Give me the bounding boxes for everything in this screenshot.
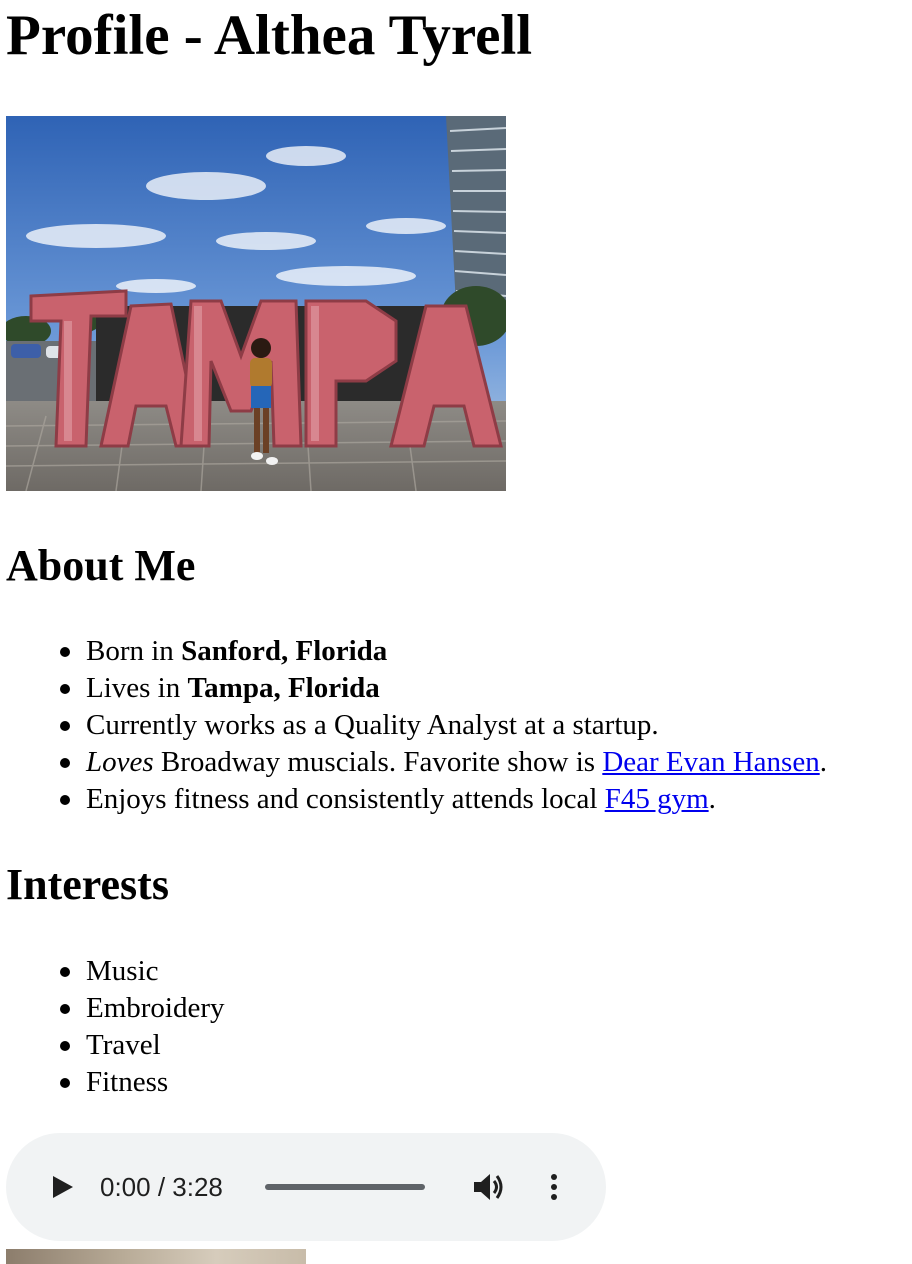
audio-progress-slider[interactable] [265,1184,425,1190]
interests-heading: Interests [6,860,169,909]
broadway-text: Broadway muscials. Favorite show is [153,746,603,778]
loves-italic: Loves [86,746,154,778]
about-list: Born in Sanford, Florida Lives in Tampa,… [60,633,827,818]
residence: Tampa, Florida [187,672,380,704]
list-item: Fitness [60,1064,225,1101]
lives-prefix: Lives in [86,672,188,704]
next-image-partial [6,1249,306,1264]
list-item: Born in Sanford, Florida [60,633,827,670]
list-item: Lives in Tampa, Florida [60,670,827,707]
audio-player: 0:00 / 3:28 [6,1133,606,1241]
job-text: Currently works as a Quality Analyst at … [86,709,659,741]
more-options-icon[interactable] [544,1171,564,1203]
interests-list: Music Embroidery Travel Fitness [60,953,225,1101]
volume-icon[interactable] [472,1171,506,1203]
list-item: Loves Broadway muscials. Favorite show i… [60,744,827,781]
born-prefix: Born in [86,635,182,667]
list-item: Travel [60,1027,225,1064]
fitness-text: Enjoys fitness and consistently attends … [86,783,605,815]
audio-time: 0:00 / 3:28 [100,1172,223,1202]
fitness-suffix: . [708,783,716,815]
profile-page: Profile - Althea Tyrell About Me Born in… [0,0,912,1264]
birthplace: Sanford, Florida [181,635,388,667]
profile-photo [6,116,506,491]
list-item: Enjoys fitness and consistently attends … [60,781,827,818]
list-item: Music [60,953,225,990]
dear-evan-hansen-link[interactable]: Dear Evan Hansen [602,746,819,778]
about-heading: About Me [6,541,196,590]
list-item: Embroidery [60,990,225,1027]
f45-gym-link[interactable]: F45 gym [605,783,709,815]
play-icon[interactable] [48,1173,76,1201]
list-item: Currently works as a Quality Analyst at … [60,707,827,744]
broadway-suffix: . [819,746,827,778]
page-title: Profile - Althea Tyrell [6,4,533,67]
